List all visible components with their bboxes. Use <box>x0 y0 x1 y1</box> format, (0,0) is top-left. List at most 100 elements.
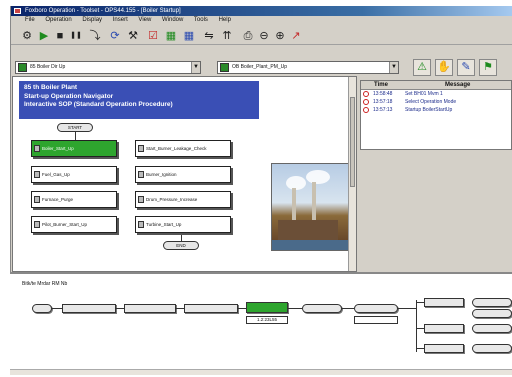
step-label: Fuel_Gas_Up <box>42 172 70 177</box>
flow-node[interactable] <box>424 344 464 353</box>
connector <box>342 308 354 309</box>
print-icon[interactable]: ⎙ <box>241 27 255 43</box>
diagram-scrollbar[interactable] <box>348 77 356 271</box>
step-label: Boiler_Start_Up <box>42 146 74 151</box>
event-message: Set BH01 Mvm 1 <box>405 91 443 97</box>
connector <box>238 308 246 309</box>
alarm-icon <box>363 107 369 113</box>
flow-node[interactable] <box>472 309 512 318</box>
event-log-header: Time Message <box>361 81 511 90</box>
flow-tab-label[interactable]: Bitk/te Mrdar RM Nb <box>22 280 67 289</box>
warning-icon[interactable]: ⚠ <box>413 59 431 76</box>
flow-node[interactable] <box>62 304 116 313</box>
pause-icon[interactable]: ❚❚ <box>69 27 83 43</box>
column-message[interactable]: Message <box>403 81 511 90</box>
column-time[interactable]: Time <box>361 81 401 90</box>
flow-node[interactable] <box>472 324 512 333</box>
menu-display[interactable]: Display <box>82 17 102 23</box>
step-drum-pressure[interactable]: Drum_Pressure_Increase <box>135 191 231 208</box>
procedure-icon <box>220 63 229 72</box>
step-icon <box>34 171 40 178</box>
water <box>272 240 348 250</box>
event-message: Select Operation Mode <box>405 99 457 105</box>
event-message: Startup BoilerStartUp <box>405 107 453 113</box>
step-turbine-start-up[interactable]: Turbine_Start_Up <box>135 216 231 233</box>
step-icon <box>138 171 144 178</box>
end-node[interactable]: END <box>163 241 199 250</box>
flow-node[interactable] <box>354 304 398 313</box>
event-log[interactable]: Time Message 13:58:48 Set BH01 Mvm 1 13:… <box>360 80 512 150</box>
flow-node[interactable] <box>184 304 238 313</box>
run-icon[interactable]: ▶ <box>37 27 51 43</box>
flow-node[interactable] <box>424 298 464 307</box>
flow-node[interactable] <box>472 344 512 353</box>
diagram-subtitle-2: Interactive SOP (Standard Operation Proc… <box>24 101 173 108</box>
stop-icon[interactable]: ■ <box>53 27 67 43</box>
flow-node[interactable] <box>424 324 464 333</box>
alarm-icon <box>363 91 369 97</box>
chevron-down-icon[interactable]: ▼ <box>191 62 200 73</box>
branch-icon[interactable]: ▦ <box>163 27 179 43</box>
procedure-select[interactable]: OB Boiler_Plant_PM_Up ▼ <box>217 61 399 74</box>
zoom-in-icon[interactable]: ⊕ <box>273 27 287 43</box>
connect-icon[interactable]: ⚒ <box>125 27 141 43</box>
event-time: 13:57:13 <box>373 107 393 113</box>
connector <box>416 302 424 303</box>
start-node[interactable]: START <box>57 123 93 132</box>
flow-overview-panel[interactable]: Bitk/te Mrdar RM Nb 1.2:23L55 <box>10 272 512 377</box>
connector <box>75 132 76 140</box>
plant-select-value: 85 Boiler Dir Up <box>30 64 66 70</box>
event-row[interactable]: 13:57:18 Select Operation Mode <box>361 98 511 106</box>
flow-node[interactable] <box>472 298 512 307</box>
plant-select[interactable]: 85 Boiler Dir Up ▼ <box>15 61 201 74</box>
procedure-select-value: OB Boiler_Plant_PM_Up <box>232 64 288 70</box>
step-label: Start_Burner_Leakage_Check <box>146 146 207 151</box>
menu-window[interactable]: Window <box>162 17 183 23</box>
node-icon[interactable]: ☑ <box>145 27 161 43</box>
menu-tools[interactable]: Tools <box>194 17 208 23</box>
menu-view[interactable]: View <box>138 17 151 23</box>
menu-file[interactable]: File <box>25 17 35 23</box>
step-pilot-burner[interactable]: Pilot_Burner_Start_Up <box>31 216 117 233</box>
event-row[interactable]: 13:57:13 Startup BoilerStartUp <box>361 106 511 114</box>
step-fuel-gas-up[interactable]: Fuel_Gas_Up <box>31 166 117 183</box>
grid-icon[interactable]: ▦ <box>181 27 197 43</box>
menu-bar: File Operation Display Insert View Windo… <box>11 16 512 25</box>
menu-operation[interactable]: Operation <box>45 17 71 23</box>
menu-help[interactable]: Help <box>219 17 231 23</box>
event-row[interactable]: 13:58:48 Set BH01 Mvm 1 <box>361 90 511 98</box>
step-icon <box>138 221 144 228</box>
step-furnace-purge[interactable]: Furnace_Purge <box>31 191 117 208</box>
connector <box>416 348 424 349</box>
step-label: Furnace_Purge <box>42 197 74 202</box>
edit-icon[interactable]: ✎ <box>457 59 475 76</box>
tag-icon[interactable]: ⇋ <box>201 27 217 43</box>
flag-icon[interactable]: ⚑ <box>479 59 497 76</box>
smokestack <box>312 182 316 224</box>
hand-icon[interactable]: ✋ <box>435 59 453 76</box>
chevron-down-icon[interactable]: ▼ <box>389 62 398 73</box>
step-boiler-start-up[interactable]: Boiler_Start_Up <box>31 140 117 157</box>
export-icon[interactable]: ⇈ <box>219 27 235 43</box>
step-icon[interactable]: ⤵ <box>87 27 103 43</box>
flow-node[interactable] <box>302 304 342 313</box>
step-burner-ignition[interactable]: Burner_Ignition <box>135 166 231 183</box>
scrollbar-thumb[interactable] <box>350 97 355 187</box>
flow-node[interactable] <box>124 304 176 313</box>
connector <box>116 308 124 309</box>
flow-node-active[interactable] <box>246 302 288 313</box>
main-toolbar: ⚙ ▶ ■ ❚❚ ⤵ ⟳ ⚒ ☑ ▦ ▦ ⇋ ⇈ ⎙ ⊖ ⊕ ↗ <box>11 25 512 45</box>
step-label: Burner_Ignition <box>146 172 177 177</box>
sop-diagram[interactable]: 85 th Boiler Plant Start-up Operation Na… <box>12 76 357 272</box>
loop-icon[interactable]: ⟳ <box>107 27 123 43</box>
zoom-out-icon[interactable]: ⊖ <box>257 27 271 43</box>
step-leakage-check[interactable]: Start_Burner_Leakage_Check <box>135 140 231 157</box>
new-procedure-icon[interactable]: ⚙ <box>19 27 35 43</box>
step-icon <box>34 221 40 228</box>
flow-horizontal-scrollbar[interactable] <box>10 369 512 375</box>
trend-icon[interactable]: ↗ <box>289 27 303 43</box>
step-label: Pilot_Burner_Start_Up <box>42 222 88 227</box>
event-time: 13:58:48 <box>373 91 393 97</box>
flow-start-node[interactable] <box>32 304 52 313</box>
menu-insert[interactable]: Insert <box>113 17 128 23</box>
